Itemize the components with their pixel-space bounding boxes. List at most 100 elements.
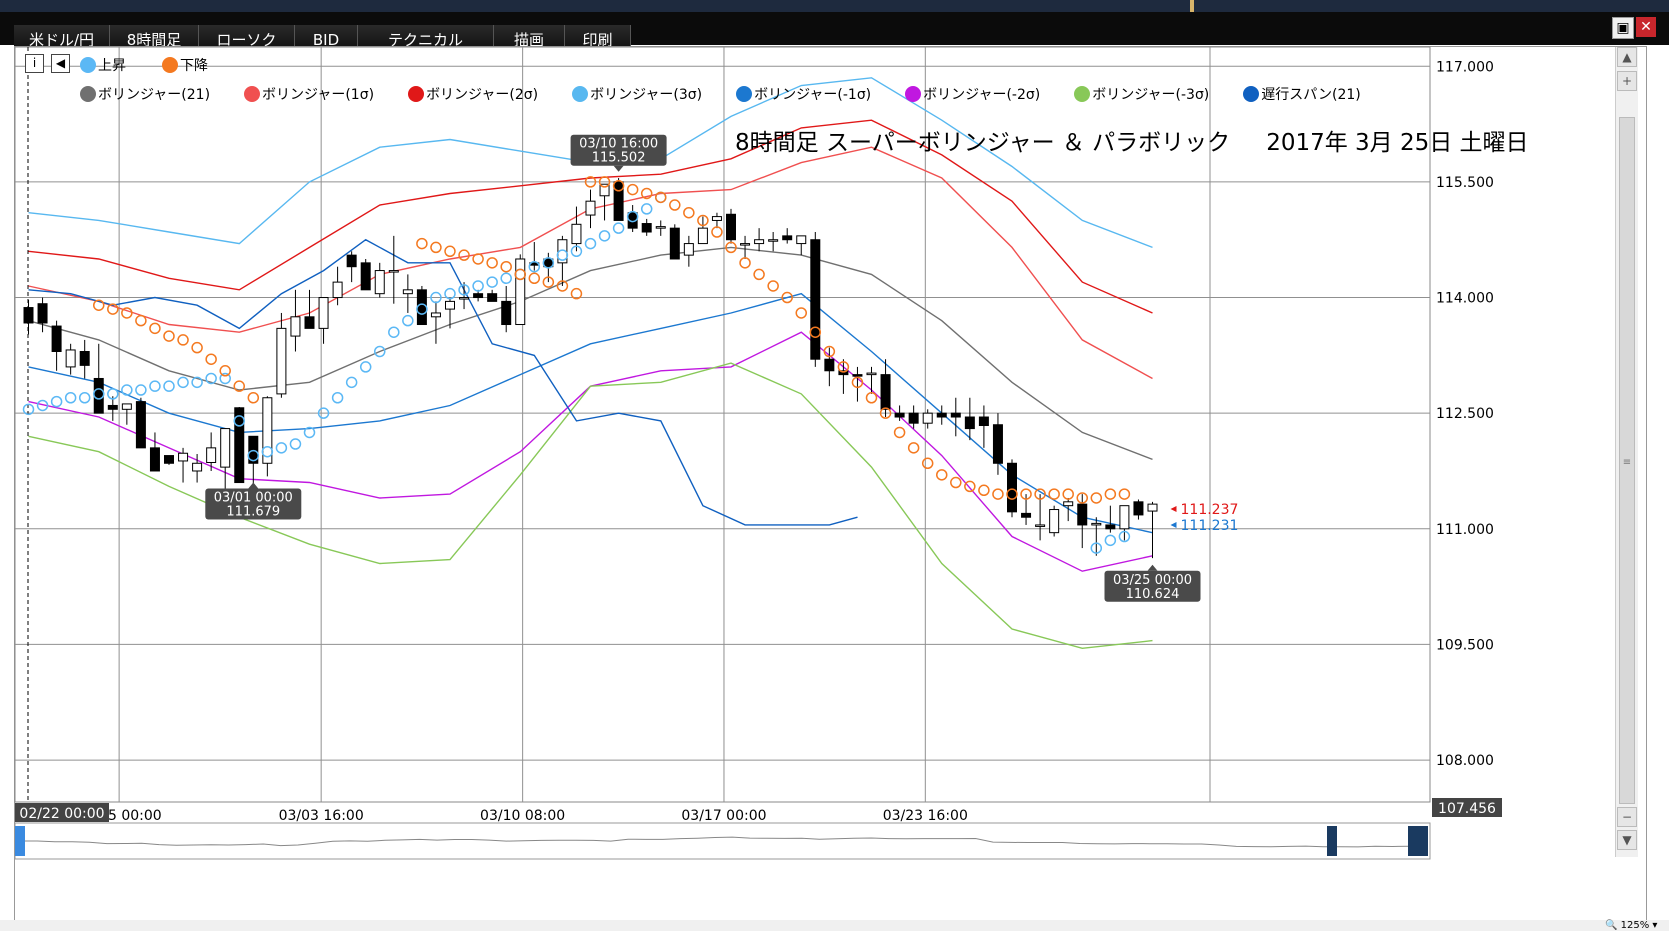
navigator-range-start-handle <box>1327 826 1337 856</box>
legend-label: 遅行スパン(21) <box>1261 87 1361 103</box>
candle-body <box>37 303 48 324</box>
candle-body <box>501 300 512 326</box>
x-tick-label: 03/10 08:00 <box>480 808 565 824</box>
navigator-left-handle <box>15 826 25 856</box>
candle-body <box>346 254 357 268</box>
candle-body <box>740 243 751 246</box>
x-tick-label: 03/03 16:00 <box>279 808 364 824</box>
candle-body <box>1049 509 1060 534</box>
y-tick-label: 111.000 <box>1436 522 1494 538</box>
candle-body <box>1119 505 1130 530</box>
candle-body <box>697 227 708 245</box>
y-bottom-label: 107.456 <box>1438 801 1496 817</box>
scroll-up-button[interactable]: ▲ <box>1617 47 1637 67</box>
candle-body <box>922 412 933 424</box>
candle-body <box>51 325 62 352</box>
legend-label: 下降 <box>180 58 208 74</box>
candle-body <box>23 307 34 324</box>
grip-icon: ≡ <box>1622 457 1632 468</box>
annotation-price: 111.679 <box>226 504 280 519</box>
zoom-in-button[interactable]: + <box>1617 71 1637 91</box>
candle-body <box>192 462 203 472</box>
status-bar <box>0 920 1669 931</box>
legend-item[interactable]: ボリンジャー(-3σ) <box>1074 84 1209 104</box>
legend-item[interactable]: ボリンジャー(21) <box>80 84 210 104</box>
candle-body <box>487 293 498 302</box>
legend-item[interactable]: 上昇 <box>80 55 126 75</box>
vertical-scrollbar[interactable]: ▲ + ≡ − ▼ <box>1615 47 1638 857</box>
candle-body <box>810 239 821 360</box>
candle-body <box>416 289 427 326</box>
candle-body <box>641 223 652 233</box>
candle-body <box>669 227 680 260</box>
candle-body <box>473 293 484 299</box>
candle-body <box>754 239 765 245</box>
legend-item[interactable]: ボリンジャー(2σ) <box>408 84 538 104</box>
candle-body <box>445 300 455 310</box>
legend-color-dot <box>905 86 922 102</box>
candle-body <box>206 447 217 464</box>
legend-item[interactable]: ボリンジャー(3σ) <box>572 84 702 104</box>
collapse-legend-icon[interactable]: ◀ <box>51 54 70 73</box>
zoom-out-button[interactable]: − <box>1617 807 1637 827</box>
candle-body <box>1133 501 1144 516</box>
x-tick-label: 03/17 00:00 <box>681 808 766 824</box>
candle-body <box>290 316 301 337</box>
legend-label: ボリンジャー(21) <box>98 87 211 103</box>
legend-label: ボリンジャー(2σ) <box>426 87 539 103</box>
candle-body <box>585 200 596 216</box>
candle-body <box>782 235 793 241</box>
y-tick-label: 112.500 <box>1436 406 1494 422</box>
y-tick-label: 108.000 <box>1436 753 1494 769</box>
candle-body <box>950 412 961 418</box>
legend-label: ボリンジャー(1σ) <box>262 87 375 103</box>
candle-body <box>613 181 624 221</box>
candle-body <box>304 316 315 329</box>
candle-body <box>402 289 413 295</box>
legend-label: ボリンジャー(-3σ) <box>1092 87 1210 103</box>
candle-body <box>1007 462 1017 513</box>
candle-body <box>93 377 104 414</box>
legend-color-dot <box>408 86 425 102</box>
candle-body <box>571 223 582 245</box>
zoom-icon: 🔍 <box>1605 920 1618 931</box>
price-marker-label: 111.237 <box>1181 502 1239 518</box>
candle-body <box>1063 501 1074 507</box>
candle-body <box>430 312 441 318</box>
candle-body <box>318 297 329 329</box>
candle-body <box>276 327 287 395</box>
x-tick-label: 03/23 16:00 <box>883 808 968 824</box>
legend-item[interactable]: ボリンジャー(-2σ) <box>905 84 1040 104</box>
candle-body <box>1021 512 1032 518</box>
legend-color-dot <box>572 86 589 102</box>
candle-body <box>711 216 722 221</box>
annotation-time: 03/01 00:00 <box>214 490 293 505</box>
info-icon[interactable]: i <box>25 54 44 73</box>
candle-body <box>1091 522 1102 526</box>
zoom-level[interactable]: 🔍 125% ▾ <box>1605 920 1657 931</box>
candle-body <box>459 297 470 300</box>
candle-body <box>908 412 919 424</box>
legend-item[interactable]: ボリンジャー(1σ) <box>244 84 374 104</box>
y-tick-label: 117.000 <box>1436 59 1494 75</box>
legend-color-dot <box>1074 86 1091 102</box>
legend-color-dot <box>80 86 96 102</box>
candle-body <box>992 424 1003 464</box>
legend-row-sar: 上昇 下降 <box>80 55 208 75</box>
legend-color-dot <box>244 86 261 102</box>
candle-body <box>1077 503 1088 526</box>
chart-title-main: 8時間足 スーパーボリンジャー ＆ パラボリック <box>735 130 1231 156</box>
candle-body <box>149 447 160 472</box>
legend-item[interactable]: 下降 <box>162 55 208 75</box>
candle-body <box>978 416 989 427</box>
candle-body <box>768 239 779 242</box>
candle-body <box>374 270 385 295</box>
legend-item[interactable]: 遅行スパン(21) <box>1243 84 1361 104</box>
candle-body <box>880 374 891 410</box>
scroll-down-button[interactable]: ▼ <box>1617 830 1637 850</box>
candle-body <box>220 428 231 468</box>
scroll-thumb[interactable]: ≡ <box>1619 117 1635 804</box>
navigator-range-end-handle <box>1408 826 1428 856</box>
legend-color-dot <box>80 57 96 73</box>
legend-item[interactable]: ボリンジャー(-1σ) <box>736 84 871 104</box>
